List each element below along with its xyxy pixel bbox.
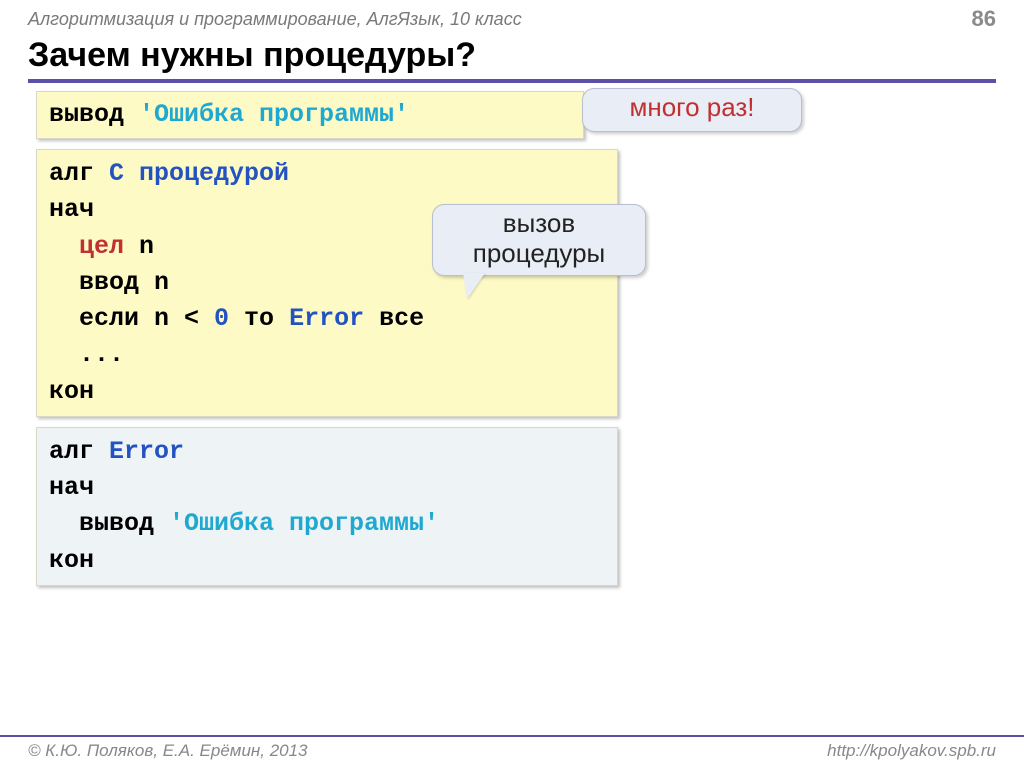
kw-then: то xyxy=(229,304,289,333)
kw-all: все xyxy=(364,304,424,333)
callout-many-times: много раз! xyxy=(582,88,802,132)
kw-alg: алг xyxy=(49,159,109,188)
str-error2: 'Ошибка программы' xyxy=(169,509,439,538)
page-number: 86 xyxy=(972,6,996,32)
kw-begin2: нач xyxy=(49,470,605,506)
kw-alg2: алг xyxy=(49,437,109,466)
code-box-error-proc: алг Error нач вывод 'Ошибка программы' к… xyxy=(36,427,618,586)
code-box-output: вывод 'Ошибка программы' xyxy=(36,91,584,139)
site-url: http://kpolyakov.spb.ru xyxy=(827,741,996,761)
id-procname: С процедурой xyxy=(109,159,289,188)
callout-line1: вызов xyxy=(441,209,637,239)
slide-title: Зачем нужны процедуры? xyxy=(28,36,996,75)
num-zero: 0 xyxy=(214,304,229,333)
course-title: Алгоритмизация и программирование, АлгЯз… xyxy=(28,9,522,30)
id-error-def: Error xyxy=(109,437,184,466)
callout-line2: процедуры xyxy=(441,239,637,269)
var-n: n xyxy=(124,232,154,261)
code-box-main: алг С процедурой нач цел n ввод n если n… xyxy=(36,149,618,417)
copyright: © К.Ю. Поляков, Е.А. Ерёмин, 2013 xyxy=(28,741,308,761)
kw-end: кон xyxy=(49,374,605,410)
id-error-call: Error xyxy=(289,304,364,333)
kw-output: вывод xyxy=(49,100,139,129)
content-area: много раз! вывод 'Ошибка программы' вызо… xyxy=(0,91,1024,586)
footer: © К.Ю. Поляков, Е.А. Ерёмин, 2013 http:/… xyxy=(0,735,1024,767)
header-bar: Алгоритмизация и программирование, АлгЯз… xyxy=(0,0,1024,34)
kw-end2: кон xyxy=(49,543,605,579)
type-int: цел xyxy=(79,232,124,261)
title-underline xyxy=(28,79,996,83)
kw-if-a: если n < xyxy=(79,304,214,333)
str-error: 'Ошибка программы' xyxy=(139,100,409,129)
kw-output2: вывод xyxy=(79,509,169,538)
callout-proc-call: вызов процедуры xyxy=(432,204,646,276)
ellipsis: ... xyxy=(49,337,124,373)
kw-input: ввод n xyxy=(49,265,169,301)
